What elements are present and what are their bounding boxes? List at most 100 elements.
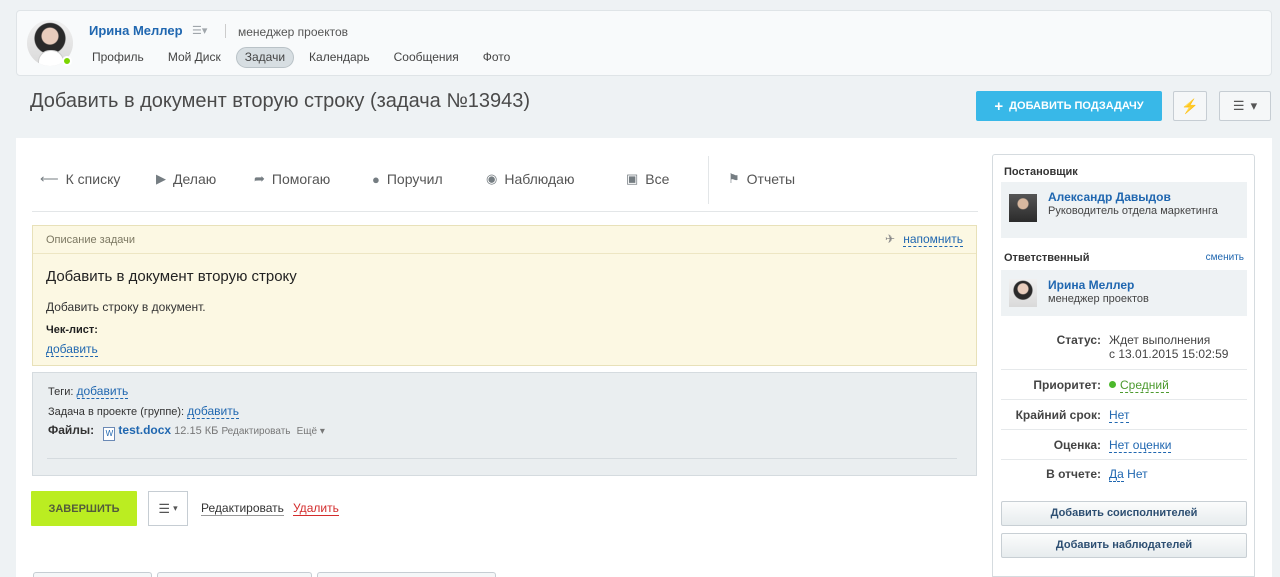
delete-link[interactable]: Удалить: [293, 501, 339, 516]
tab-messages[interactable]: Сообщения: [385, 47, 468, 68]
file-more-label: Ещё: [296, 426, 318, 437]
profile-menu-icon[interactable]: ☰▾: [192, 24, 210, 38]
description-label: Описание задачи: [46, 234, 135, 246]
tags-add-link[interactable]: добавить: [76, 384, 129, 399]
chevron-down-icon: ▾: [173, 503, 178, 513]
filter-watching[interactable]: ◉ Наблюдаю: [486, 171, 574, 187]
avatar[interactable]: [1009, 194, 1037, 222]
creator-label: Постановщик: [1004, 166, 1078, 178]
responsible-role: менеджер проектов: [1048, 293, 1149, 305]
project-label: Задача в проекте (группе):: [48, 406, 185, 418]
back-label: К списку: [65, 171, 121, 187]
status-since: с 13.01.2015 15:02:59: [1109, 347, 1229, 361]
divider: [708, 156, 709, 204]
task-sidebar: Постановщик Александр Давыдов Руководите…: [992, 154, 1255, 577]
report-row: В отчете: Да Нет: [1001, 459, 1247, 489]
list-icon: ☰: [1232, 98, 1245, 113]
filter-reports-label: Отчеты: [746, 171, 796, 187]
priority-text: Средний: [1120, 378, 1169, 393]
status-value: Ждет выполнения с 13.01.2015 15:02:59: [1109, 333, 1228, 361]
deadline-value-link[interactable]: Нет: [1109, 408, 1130, 423]
rating-value-link[interactable]: Нет оценки: [1109, 438, 1172, 453]
tab-disk[interactable]: Мой Диск: [159, 47, 230, 68]
bell-icon: ✈: [884, 232, 895, 246]
tab-photo[interactable]: Фото: [474, 47, 520, 68]
rating-label: Оценка:: [1053, 438, 1101, 452]
filter-assigned[interactable]: ● Поручил: [372, 171, 443, 187]
more-actions-button[interactable]: ☰ ▾: [148, 491, 188, 526]
word-file-icon: W: [103, 427, 116, 441]
creator-role: Руководитель отдела маркетинга: [1048, 205, 1218, 217]
filter-all[interactable]: ▣ Все: [626, 171, 669, 187]
tab-tasks[interactable]: Задачи: [235, 47, 295, 68]
report-yes-link[interactable]: Да: [1109, 467, 1124, 482]
play-icon: ▶: [156, 171, 166, 186]
list-icon: ☰: [158, 500, 171, 516]
filter-doing[interactable]: ▶ Делаю: [156, 171, 216, 187]
priority-dot-icon: [1109, 381, 1116, 388]
report-no-link[interactable]: Нет: [1127, 467, 1147, 481]
filter-assigned-label: Поручил: [386, 171, 443, 187]
profile-name[interactable]: Ирина Меллер: [89, 23, 183, 38]
inbox-icon: ▣: [626, 171, 639, 186]
responsible-card: Ирина Меллер менеджер проектов: [1001, 270, 1247, 316]
bolt-button[interactable]: ⚡: [1173, 91, 1207, 121]
page-title: Добавить в документ вторую строку (задач…: [30, 90, 531, 112]
bottom-tab[interactable]: [157, 572, 312, 577]
bottom-tab[interactable]: [33, 572, 152, 577]
status-row: Статус: Ждет выполнения с 13.01.2015 15:0…: [1001, 325, 1247, 370]
filter-helping[interactable]: ➦ Помогаю: [254, 171, 330, 187]
report-label: В отчете:: [1046, 467, 1101, 481]
remind-link[interactable]: напомнить: [903, 232, 963, 247]
back-to-list-link[interactable]: ⟵ К списку: [40, 171, 120, 187]
user-icon: ●: [372, 171, 380, 187]
plus-icon: +: [994, 97, 1004, 115]
files-row: Файлы: W test.docx 12.15 КБ Редактироват…: [48, 423, 325, 441]
bolt-icon: ⚡: [1181, 97, 1199, 114]
add-watchers-button[interactable]: Добавить наблюдателей: [1001, 533, 1247, 558]
avatar[interactable]: [1009, 279, 1037, 307]
priority-label: Приоритет:: [1033, 378, 1101, 392]
profile-role: менеджер проектов: [238, 25, 348, 39]
rating-row: Оценка: Нет оценки: [1001, 430, 1247, 460]
task-description: Описание задачи ✈ напомнить Добавить в д…: [32, 225, 977, 366]
bottom-tab[interactable]: [317, 572, 496, 577]
divider: [47, 458, 957, 459]
status-text: Ждет выполнения: [1109, 333, 1211, 347]
task-menu-button[interactable]: ☰ ▾: [1219, 91, 1271, 121]
change-responsible-link[interactable]: сменить: [1206, 252, 1244, 263]
task-filter-bar: ⟵ К списку ▶ Делаю ➦ Помогаю ● Поручил ◉ Набл…: [32, 150, 978, 212]
priority-value[interactable]: Средний: [1109, 378, 1169, 393]
file-size: 12.15 КБ: [174, 425, 219, 437]
filter-all-label: Все: [645, 171, 670, 187]
responsible-name-link[interactable]: Ирина Меллер: [1048, 278, 1134, 292]
tab-profile[interactable]: Профиль: [83, 47, 153, 68]
profile-tabs: Профиль Мой Диск Задачи Календарь Сообще…: [83, 47, 519, 68]
tab-calendar[interactable]: Календарь: [300, 47, 379, 68]
share-arrow-icon: ➦: [254, 171, 265, 186]
deadline-label: Крайний срок:: [1015, 408, 1101, 422]
task-meta: Теги: добавить Задача в проекте (группе)…: [32, 372, 977, 476]
filter-watching-label: Наблюдаю: [504, 171, 575, 187]
edit-link[interactable]: Редактировать: [201, 501, 284, 516]
file-link[interactable]: test.docx: [118, 423, 171, 437]
tags-label: Теги:: [48, 386, 74, 398]
divider: [225, 24, 226, 38]
report-value: Да Нет: [1109, 467, 1148, 482]
filter-reports[interactable]: ⚑ Отчеты: [728, 171, 795, 187]
add-subtask-button[interactable]: + ДОБАВИТЬ ПОДЗАДАЧУ: [976, 91, 1162, 121]
arrow-left-icon: ⟵: [40, 171, 59, 186]
files-label: Файлы:: [48, 423, 95, 437]
file-edit-link[interactable]: Редактировать: [221, 426, 290, 437]
responsible-label: Ответственный: [1004, 252, 1090, 264]
flag-icon: ⚑: [728, 171, 740, 186]
profile-header: Ирина Меллер ☰▾ менеджер проектов Профил…: [16, 10, 1272, 76]
checklist-add-link[interactable]: добавить: [46, 342, 98, 357]
file-more-link[interactable]: Ещё ▾: [297, 426, 325, 437]
creator-name-link[interactable]: Александр Давыдов: [1048, 190, 1171, 204]
add-coexecutors-button[interactable]: Добавить соисполнителей: [1001, 501, 1247, 526]
project-row: Задача в проекте (группе): добавить: [48, 404, 239, 419]
finish-button[interactable]: ЗАВЕРШИТЬ: [31, 491, 137, 526]
project-add-link[interactable]: добавить: [187, 404, 239, 419]
online-status-icon: [62, 56, 72, 66]
